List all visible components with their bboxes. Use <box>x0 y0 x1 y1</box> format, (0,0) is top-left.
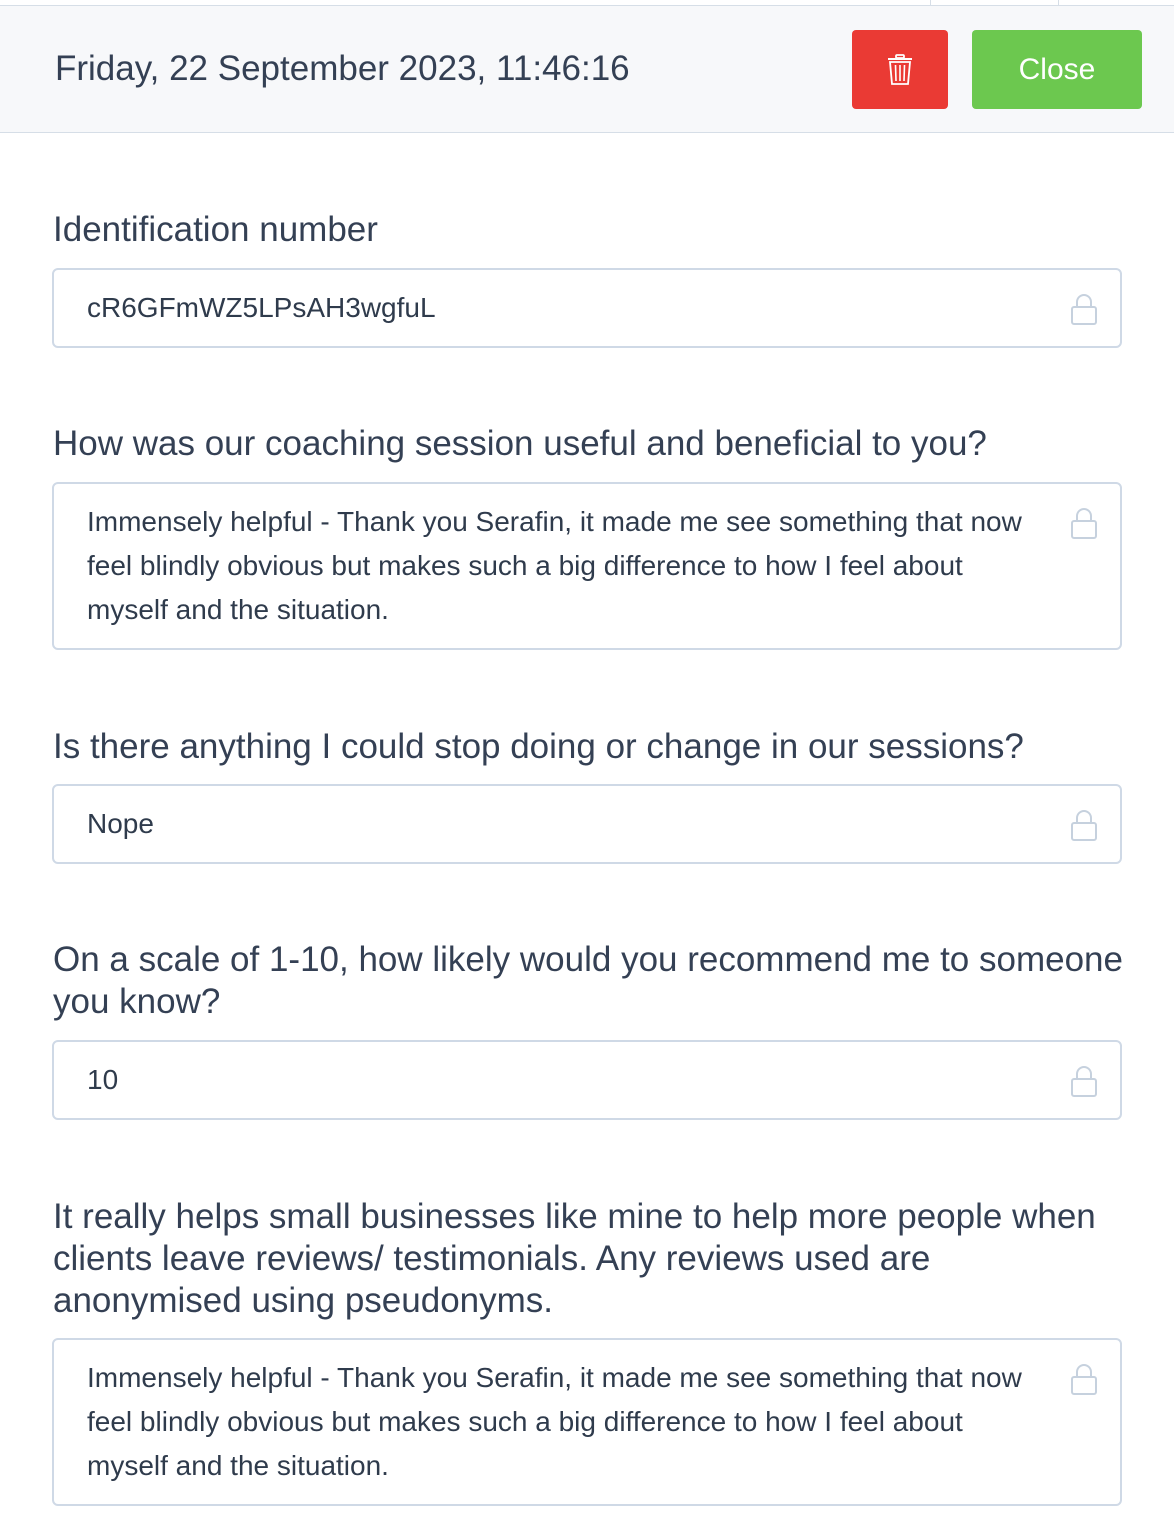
change-field[interactable]: Nope <box>52 784 1122 864</box>
lock-icon <box>1071 1364 1097 1395</box>
identification-field[interactable]: cR6GFmWZ5LPsAH3wgfuL <box>52 268 1122 348</box>
testimonial-value: Immensely helpful - Thank you Serafin, i… <box>87 1362 1022 1481</box>
top-divider <box>930 0 931 5</box>
field-label-recommend: On a scale of 1-10, how likely would you… <box>53 940 1123 1021</box>
lock-icon <box>1071 294 1097 325</box>
identification-value: cR6GFmWZ5LPsAH3wgfuL <box>87 292 436 323</box>
change-value: Nope <box>87 808 154 839</box>
delete-button[interactable] <box>852 30 948 109</box>
record-header: Friday, 22 September 2023, 11:46:16 Clos… <box>0 6 1174 133</box>
lock-icon <box>1071 508 1097 539</box>
record-timestamp: Friday, 22 September 2023, 11:46:16 <box>55 49 630 88</box>
recommend-value: 10 <box>87 1064 119 1095</box>
close-button[interactable]: Close <box>972 30 1142 109</box>
top-divider <box>1058 0 1059 5</box>
field-label-identification: Identification number <box>53 210 378 249</box>
testimonial-field[interactable]: Immensely helpful - Thank you Serafin, i… <box>52 1338 1122 1506</box>
field-label-change: Is there anything I could stop doing or … <box>53 727 1024 766</box>
trash-icon <box>888 53 912 85</box>
lock-icon <box>1071 810 1097 841</box>
benefit-value: Immensely helpful - Thank you Serafin, i… <box>87 506 1022 625</box>
benefit-field[interactable]: Immensely helpful - Thank you Serafin, i… <box>52 482 1122 650</box>
field-label-testimonial: It really helps small businesses like mi… <box>53 1197 1096 1320</box>
recommend-field[interactable]: 10 <box>52 1040 1122 1120</box>
field-label-benefit: How was our coaching session useful and … <box>53 424 987 463</box>
lock-icon <box>1071 1066 1097 1097</box>
